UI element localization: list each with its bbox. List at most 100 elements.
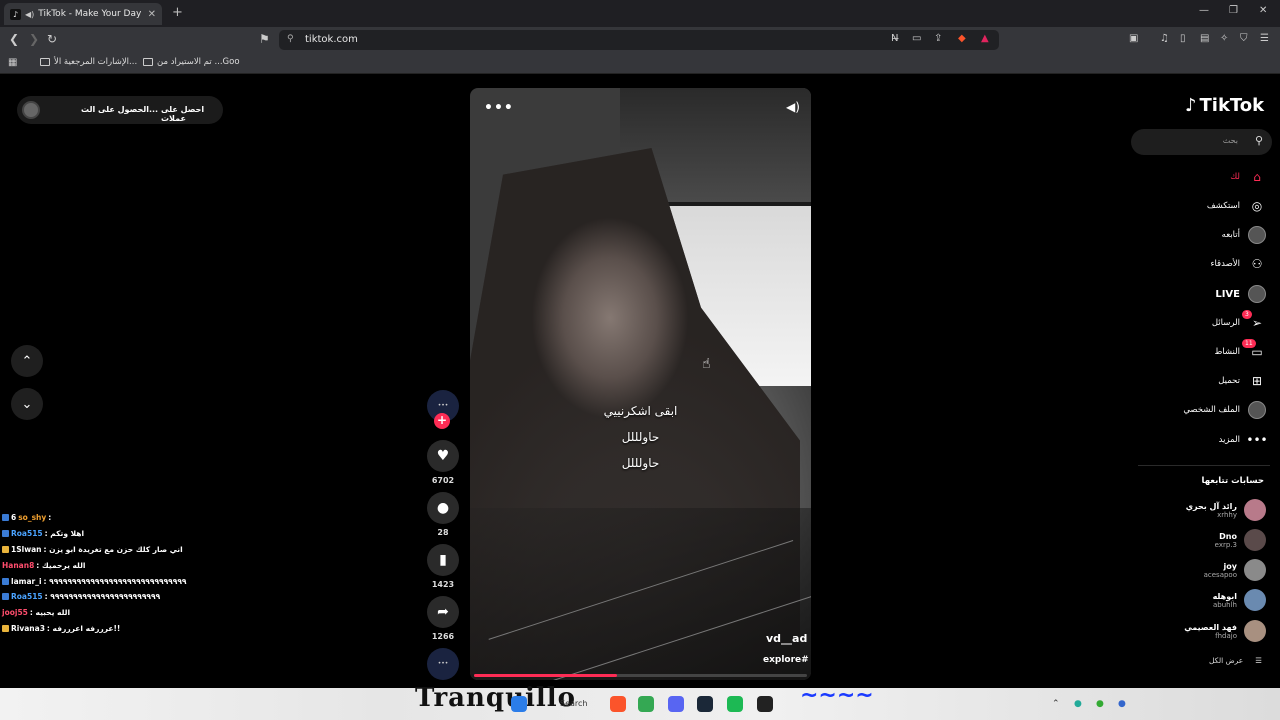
search-input[interactable]: بحث ⚲ xyxy=(1131,129,1272,155)
chat-username[interactable]: jooj55 xyxy=(2,608,28,617)
brave-icon[interactable] xyxy=(610,696,626,712)
minimize-button[interactable]: — xyxy=(1199,5,1209,16)
tray-app-icon[interactable]: ● xyxy=(1074,699,1082,709)
chrome-icon[interactable] xyxy=(638,696,654,712)
obs-icon[interactable] xyxy=(757,696,773,712)
chat-username[interactable]: Roa515 xyxy=(11,592,43,601)
sidebar-item-upload[interactable]: تحميل ⊞ xyxy=(1150,370,1266,392)
tiktok-logo[interactable]: ♪ TikTok xyxy=(1185,95,1264,116)
sidebar-item-more[interactable]: المزيد ••• xyxy=(1150,429,1268,451)
sidebar-item-messages[interactable]: الرسائل ➢ 3 xyxy=(1150,310,1266,334)
music-disc-icon[interactable]: ••• xyxy=(427,648,459,680)
share-icon[interactable]: ⇪ xyxy=(934,33,942,44)
sidebar-item-avatar[interactable]: أتابعه xyxy=(1150,224,1266,246)
share-button[interactable]: ➦ xyxy=(427,596,459,628)
chat-username[interactable]: 1Slwan xyxy=(11,545,42,554)
account-handle: acesapoo xyxy=(1203,570,1237,579)
cast-icon[interactable]: ▭ xyxy=(912,33,921,44)
volume-icon[interactable]: ◀) xyxy=(786,100,800,114)
bookmark-item[interactable]: تم الاستيراد من ...Goo xyxy=(143,57,240,67)
browser-tab[interactable]: ♪ ◀) TikTok - Make Your Day ✕ xyxy=(4,3,162,25)
bookmark-item[interactable]: الإشارات المرجعية الأ... xyxy=(40,57,137,67)
messages-icon: ➢ 3 xyxy=(1242,310,1266,332)
compass-icon: ◎ xyxy=(1251,199,1263,213)
restore-button[interactable]: ❐ xyxy=(1229,5,1238,16)
following-account[interactable]: joy acesapoo xyxy=(1150,556,1266,584)
tray-app-icon[interactable]: ● xyxy=(1118,699,1126,709)
get-coins-pill[interactable]: الحصول على الت... احصل على عملات xyxy=(17,96,223,124)
like-button[interactable]: ♥ xyxy=(427,440,459,472)
comment-button[interactable]: ● xyxy=(427,492,459,524)
taskbar-search[interactable]: Search xyxy=(560,699,587,708)
following-account[interactable]: رائد آل بحري xrhhy xyxy=(1150,496,1266,524)
previous-video-button[interactable]: ⌃ xyxy=(11,345,43,377)
tab-close-icon[interactable]: ✕ xyxy=(148,9,156,20)
forward-button[interactable]: ❯ xyxy=(29,32,39,46)
sidebar-icon[interactable]: ▯ xyxy=(1180,33,1186,44)
video-author[interactable]: vd__ad xyxy=(766,632,807,645)
chat-username[interactable]: Roa515 xyxy=(11,529,43,538)
video-hashtag[interactable]: explore# xyxy=(763,655,809,665)
chat-badge-icon xyxy=(2,530,9,538)
search-icon[interactable]: ⚲ xyxy=(1255,134,1263,147)
tray-app-icon[interactable]: ● xyxy=(1096,699,1104,709)
account-names: فهد العصيمي fhdajo xyxy=(1184,623,1237,640)
account-handle: abuhlh xyxy=(1213,600,1237,609)
video-player[interactable]: ابقى اشكرنييي حاولللل حاولللل xyxy=(470,88,811,680)
video-progress-bar[interactable] xyxy=(474,674,807,677)
menu-icon[interactable]: ☰ xyxy=(1260,33,1269,44)
sidebar-item-live[interactable]: LIVE xyxy=(1150,283,1266,305)
sidebar-item-label: النشاط xyxy=(1214,347,1240,357)
follow-button[interactable]: + xyxy=(434,413,450,429)
bookmark-icon[interactable]: ⚑ xyxy=(259,32,270,46)
vpn-icon[interactable]: ⛉ xyxy=(1240,33,1248,44)
discord-icon[interactable] xyxy=(668,696,684,712)
window-close-button[interactable]: ✕ xyxy=(1259,5,1267,16)
sidebar-item-activity[interactable]: النشاط ▭ 11 xyxy=(1150,339,1266,363)
chat-username[interactable]: Hanan8 xyxy=(2,561,34,570)
get-app-button[interactable]: الحصول على الت... xyxy=(81,105,158,114)
sidebar-item-profile[interactable]: الملف الشخصي xyxy=(1150,399,1266,421)
chat-username[interactable]: Rivana3 xyxy=(11,624,45,633)
brave-shield-icon[interactable]: ◆ xyxy=(958,33,966,44)
following-account[interactable]: Dno exrp.3 xyxy=(1150,526,1266,554)
media-icon[interactable]: ♫ xyxy=(1160,33,1169,44)
steam-icon[interactable] xyxy=(697,696,713,712)
folder-icon xyxy=(143,58,153,66)
video-more-button[interactable]: ••• xyxy=(484,100,514,116)
following-account[interactable]: فهد العصيمي fhdajo xyxy=(1150,617,1266,645)
chat-username[interactable]: lamar_i xyxy=(11,577,42,586)
following-account[interactable]: ابوهله abuhlh xyxy=(1150,586,1266,614)
leo-icon[interactable]: ✧ xyxy=(1220,33,1228,44)
url-text: tiktok.com xyxy=(305,34,358,45)
chat-username[interactable]: so_shy xyxy=(18,513,46,522)
site-info-icon[interactable]: ⚲ xyxy=(287,34,294,44)
chat-badge-icon xyxy=(2,514,9,522)
get-coins-button[interactable]: احصل على عملات xyxy=(161,105,223,123)
tab-search-icon[interactable]: ▣ xyxy=(1129,33,1138,44)
no-translate-icon[interactable]: N̶ xyxy=(891,33,898,44)
wallpaper-blue-text: ~~~~ xyxy=(800,683,874,708)
brave-rewards-icon[interactable]: ▲ xyxy=(981,33,989,44)
wallet-icon[interactable]: ▤ xyxy=(1200,33,1209,44)
save-button[interactable]: ▮ xyxy=(427,544,459,576)
upload-icon: ⊞ xyxy=(1251,374,1263,388)
tray-chevron-icon[interactable]: ⌃ xyxy=(1052,699,1060,709)
bookmark-icon: ▮ xyxy=(439,552,447,568)
sidebar-item-home[interactable]: لك ⌂ xyxy=(1150,166,1266,188)
account-names: joy acesapoo xyxy=(1204,562,1237,579)
sidebar-item-friends[interactable]: الأصدقاء ⚇ xyxy=(1150,253,1266,275)
speaker-icon[interactable]: ◀) xyxy=(25,10,34,19)
new-tab-button[interactable]: + xyxy=(172,5,183,20)
apps-grid-icon[interactable]: ▦ xyxy=(8,57,17,68)
avatar[interactable] xyxy=(22,101,40,119)
next-video-button[interactable]: ⌄ xyxy=(11,388,43,420)
sidebar-item-compass[interactable]: استكشف ◎ xyxy=(1150,195,1266,217)
caption-line: ابقى اشكرنييي xyxy=(603,404,678,418)
windows-start-icon[interactable] xyxy=(511,696,527,712)
account-handle: fhdajo xyxy=(1215,631,1237,640)
spotify-icon[interactable] xyxy=(727,696,743,712)
see-all-button[interactable]: عرض الكل ☰ xyxy=(1150,656,1262,665)
back-button[interactable]: ❮ xyxy=(9,32,19,46)
reload-button[interactable]: ↻ xyxy=(47,32,57,46)
